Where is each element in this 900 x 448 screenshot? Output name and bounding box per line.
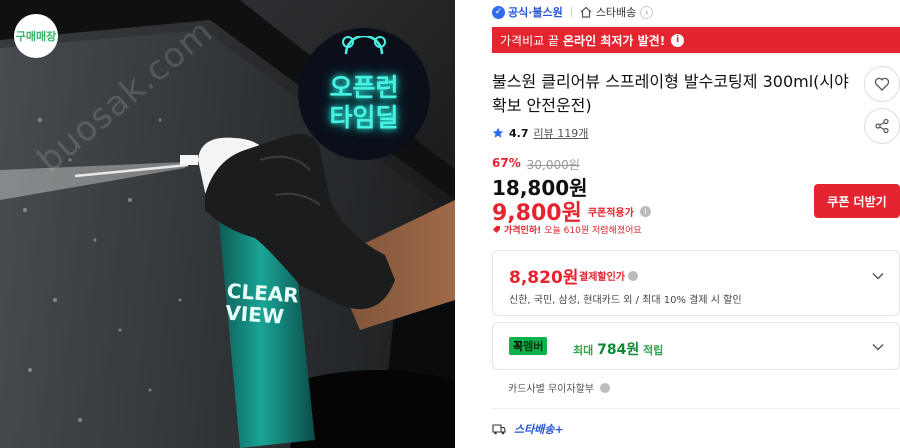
- member-logo-b: 멤버: [523, 340, 544, 353]
- lowest-price-banner[interactable]: 가격비교 끝 온라인 최저가 발견! i: [492, 27, 900, 53]
- divider: [492, 408, 900, 409]
- official-store-label: 공식·불스원: [508, 6, 563, 19]
- promo-sticker: 오픈런 타임딜: [300, 30, 428, 158]
- card-discount-box[interactable]: 8,820원 결제할인가 신한, 국민, 삼성, 현대카드 외 / 최대 10%…: [492, 250, 900, 316]
- product-info-panel: ✓ 공식·불스원 스타배송 › 가격비교 끝 온라인 최저가 발견! i 불스원…: [478, 0, 900, 448]
- star-icon: [492, 127, 504, 138]
- original-price: 30,000원: [526, 158, 580, 172]
- member-logo: 꼭 멤버: [509, 337, 548, 355]
- can-label: CLEAR VIEW: [224, 278, 300, 329]
- coupon-price-label: 쿠폰적용가: [587, 207, 634, 219]
- star-delivery-row[interactable]: 스타배송+: [492, 421, 564, 437]
- card-discount-desc: 신한, 국민, 삼성, 현대카드 외 / 최대 10% 결제 시 할인: [509, 295, 742, 306]
- member-prefix: 최대: [573, 344, 594, 357]
- store-badge-label: 구매매장: [15, 29, 57, 43]
- alarm-clock-icon: [342, 36, 386, 55]
- share-button[interactable]: [864, 108, 900, 144]
- product-title: 불스원 클리어뷰 스프레이형 발수코팅제 300ml(시야확보 안전운전): [492, 72, 849, 115]
- shipping-label: 스타배송: [595, 6, 637, 19]
- official-store-link[interactable]: ✓ 공식·불스원: [492, 4, 563, 20]
- card-discount-price: 8,820원: [509, 268, 579, 288]
- member-suffix: 적립: [643, 344, 664, 357]
- more-coupon-button[interactable]: 쿠폰 더받기: [814, 184, 900, 218]
- price-drop-alert: 가격인하! 오늘 610원 저렴해졌어요: [492, 223, 642, 236]
- price-alert-text: 오늘 610원 저렴해졌어요: [544, 226, 642, 236]
- star-delivery-label: 스타배송+: [514, 423, 564, 436]
- share-icon: [875, 118, 889, 134]
- rating-score: 4.7: [509, 126, 529, 140]
- banner-prefix: 가격비교 끝: [500, 33, 560, 48]
- member-logo-a: 꼭: [513, 340, 524, 353]
- promo-line-1: 오픈런: [329, 73, 399, 102]
- seller-meta: ✓ 공식·불스원 스타배송 ›: [492, 4, 654, 20]
- rating-row: 4.7 리뷰 119개: [492, 125, 588, 141]
- installment-row[interactable]: 카드사별 무이자할부: [508, 380, 610, 395]
- price-tag-icon: [493, 226, 500, 233]
- card-discount-label-row: 결제할인가: [579, 268, 638, 283]
- info-icon[interactable]: [628, 270, 638, 281]
- truck-icon: [492, 424, 506, 435]
- store-badge[interactable]: 구매매장: [14, 14, 58, 58]
- member-reward-box[interactable]: 꼭 멤버 최대 784원 적립: [492, 322, 900, 370]
- member-amount: 784원: [597, 342, 640, 358]
- info-icon[interactable]: [599, 382, 610, 393]
- promo-line-2: 타임딜: [329, 103, 399, 132]
- review-count-link[interactable]: 리뷰 119개: [534, 125, 589, 141]
- divider: [570, 7, 572, 17]
- wishlist-button[interactable]: [864, 66, 900, 102]
- installment-label: 카드사별 무이자할부: [508, 384, 594, 395]
- home-icon: [580, 6, 592, 18]
- chevron-down-icon[interactable]: [871, 340, 885, 354]
- card-discount-label: 결제할인가: [579, 272, 625, 283]
- shipping-link[interactable]: 스타배송 ›: [580, 4, 654, 20]
- discount-row: 67% 30,000원: [492, 156, 580, 173]
- discount-percent: 67%: [492, 156, 521, 170]
- info-icon[interactable]: i: [639, 205, 651, 217]
- price-alert-prefix: 가격인하!: [504, 226, 542, 236]
- chevron-down-icon[interactable]: [871, 269, 885, 283]
- heart-icon: [874, 77, 890, 91]
- verified-check-icon: ✓: [492, 5, 505, 19]
- chevron-right-icon: ›: [640, 5, 654, 19]
- banner-highlight: 온라인 최저가 발견!: [563, 33, 666, 48]
- member-reward-text: 최대 784원 적립: [573, 339, 663, 359]
- product-image[interactable]: buosak.com 구매매장 오픈런 타임딜 CLEAR VIEW: [0, 0, 455, 448]
- info-icon[interactable]: i: [671, 33, 685, 47]
